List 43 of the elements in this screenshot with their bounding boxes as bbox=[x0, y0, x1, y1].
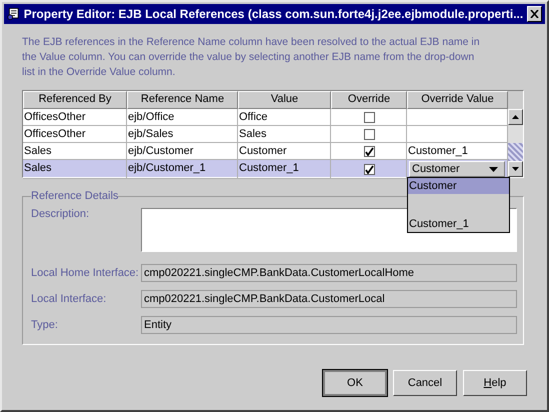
scroll-up-icon bbox=[512, 115, 519, 119]
table-cell: Office bbox=[238, 109, 331, 126]
readonly-field: cmp020221.singleCMP.BankData.CustomerLocalHome bbox=[141, 264, 517, 282]
field-label: Local Interface: bbox=[31, 293, 108, 305]
table-row[interactable]: OfficesOther ejb/Office Office bbox=[23, 109, 508, 126]
override-checkbox[interactable] bbox=[364, 146, 374, 156]
dropdown-arrow-icon bbox=[489, 166, 498, 172]
dialog-button[interactable]: OK bbox=[323, 370, 387, 396]
table-row[interactable]: Sales ejb/Customer_1 Customer_1 Customer bbox=[23, 160, 508, 177]
close-button[interactable] bbox=[527, 6, 542, 22]
vertical-scrollbar[interactable] bbox=[508, 109, 523, 177]
table-cell: OfficesOther bbox=[23, 109, 127, 126]
table-cell: Customer_1 bbox=[238, 160, 331, 179]
table-row[interactable]: OfficesOther ejb/Sales Sales bbox=[23, 126, 508, 143]
override-checkbox[interactable] bbox=[364, 164, 374, 174]
column-header[interactable]: Referenced By bbox=[23, 91, 127, 109]
field-label: Description: bbox=[31, 208, 90, 220]
dropdown-option[interactable]: Customer bbox=[408, 178, 509, 194]
window-icon bbox=[7, 6, 20, 22]
column-header[interactable]: Override bbox=[331, 91, 407, 109]
group-title: Reference Details bbox=[31, 190, 118, 202]
readonly-field: Entity bbox=[141, 316, 517, 334]
override-checkbox[interactable] bbox=[364, 128, 374, 140]
instructions-text: The EJB references in the Reference Name column have been resolved to the actual EJB name in the Value column. You can override the value by selecting another EJB name from the drop-down list in the Override Value column. bbox=[22, 35, 481, 80]
column-header[interactable]: Reference Name bbox=[127, 91, 238, 109]
field-label: Local Home Interface: bbox=[31, 267, 140, 279]
override-checkbox[interactable] bbox=[364, 112, 374, 122]
scroll-down-icon bbox=[512, 167, 519, 171]
table-cell: Sales bbox=[238, 126, 331, 143]
table-cell: OfficesOther bbox=[23, 126, 127, 143]
dialog-button[interactable]: Cancel bbox=[393, 370, 457, 396]
field-label: Type: bbox=[31, 319, 59, 331]
readonly-field: cmp020221.singleCMP.BankData.CustomerLocal bbox=[141, 290, 517, 308]
window-title: Property Editor: EJB Local References (class com.sun.forte4j.j2ee.ejbmodule.properti... bbox=[24, 7, 524, 21]
table-cell: Sales bbox=[23, 160, 127, 179]
override-value-dropdown[interactable]: Customer bbox=[409, 161, 505, 177]
table-cell: ejb/Customer_1 bbox=[127, 160, 238, 179]
table-cell: ejb/Sales bbox=[127, 126, 238, 143]
dialog-button[interactable]: Help bbox=[463, 370, 527, 396]
column-header[interactable]: Value bbox=[238, 91, 331, 109]
column-header[interactable]: Override Value bbox=[407, 91, 508, 109]
table-cell: ejb/Office bbox=[127, 109, 238, 126]
close-icon bbox=[530, 10, 540, 18]
